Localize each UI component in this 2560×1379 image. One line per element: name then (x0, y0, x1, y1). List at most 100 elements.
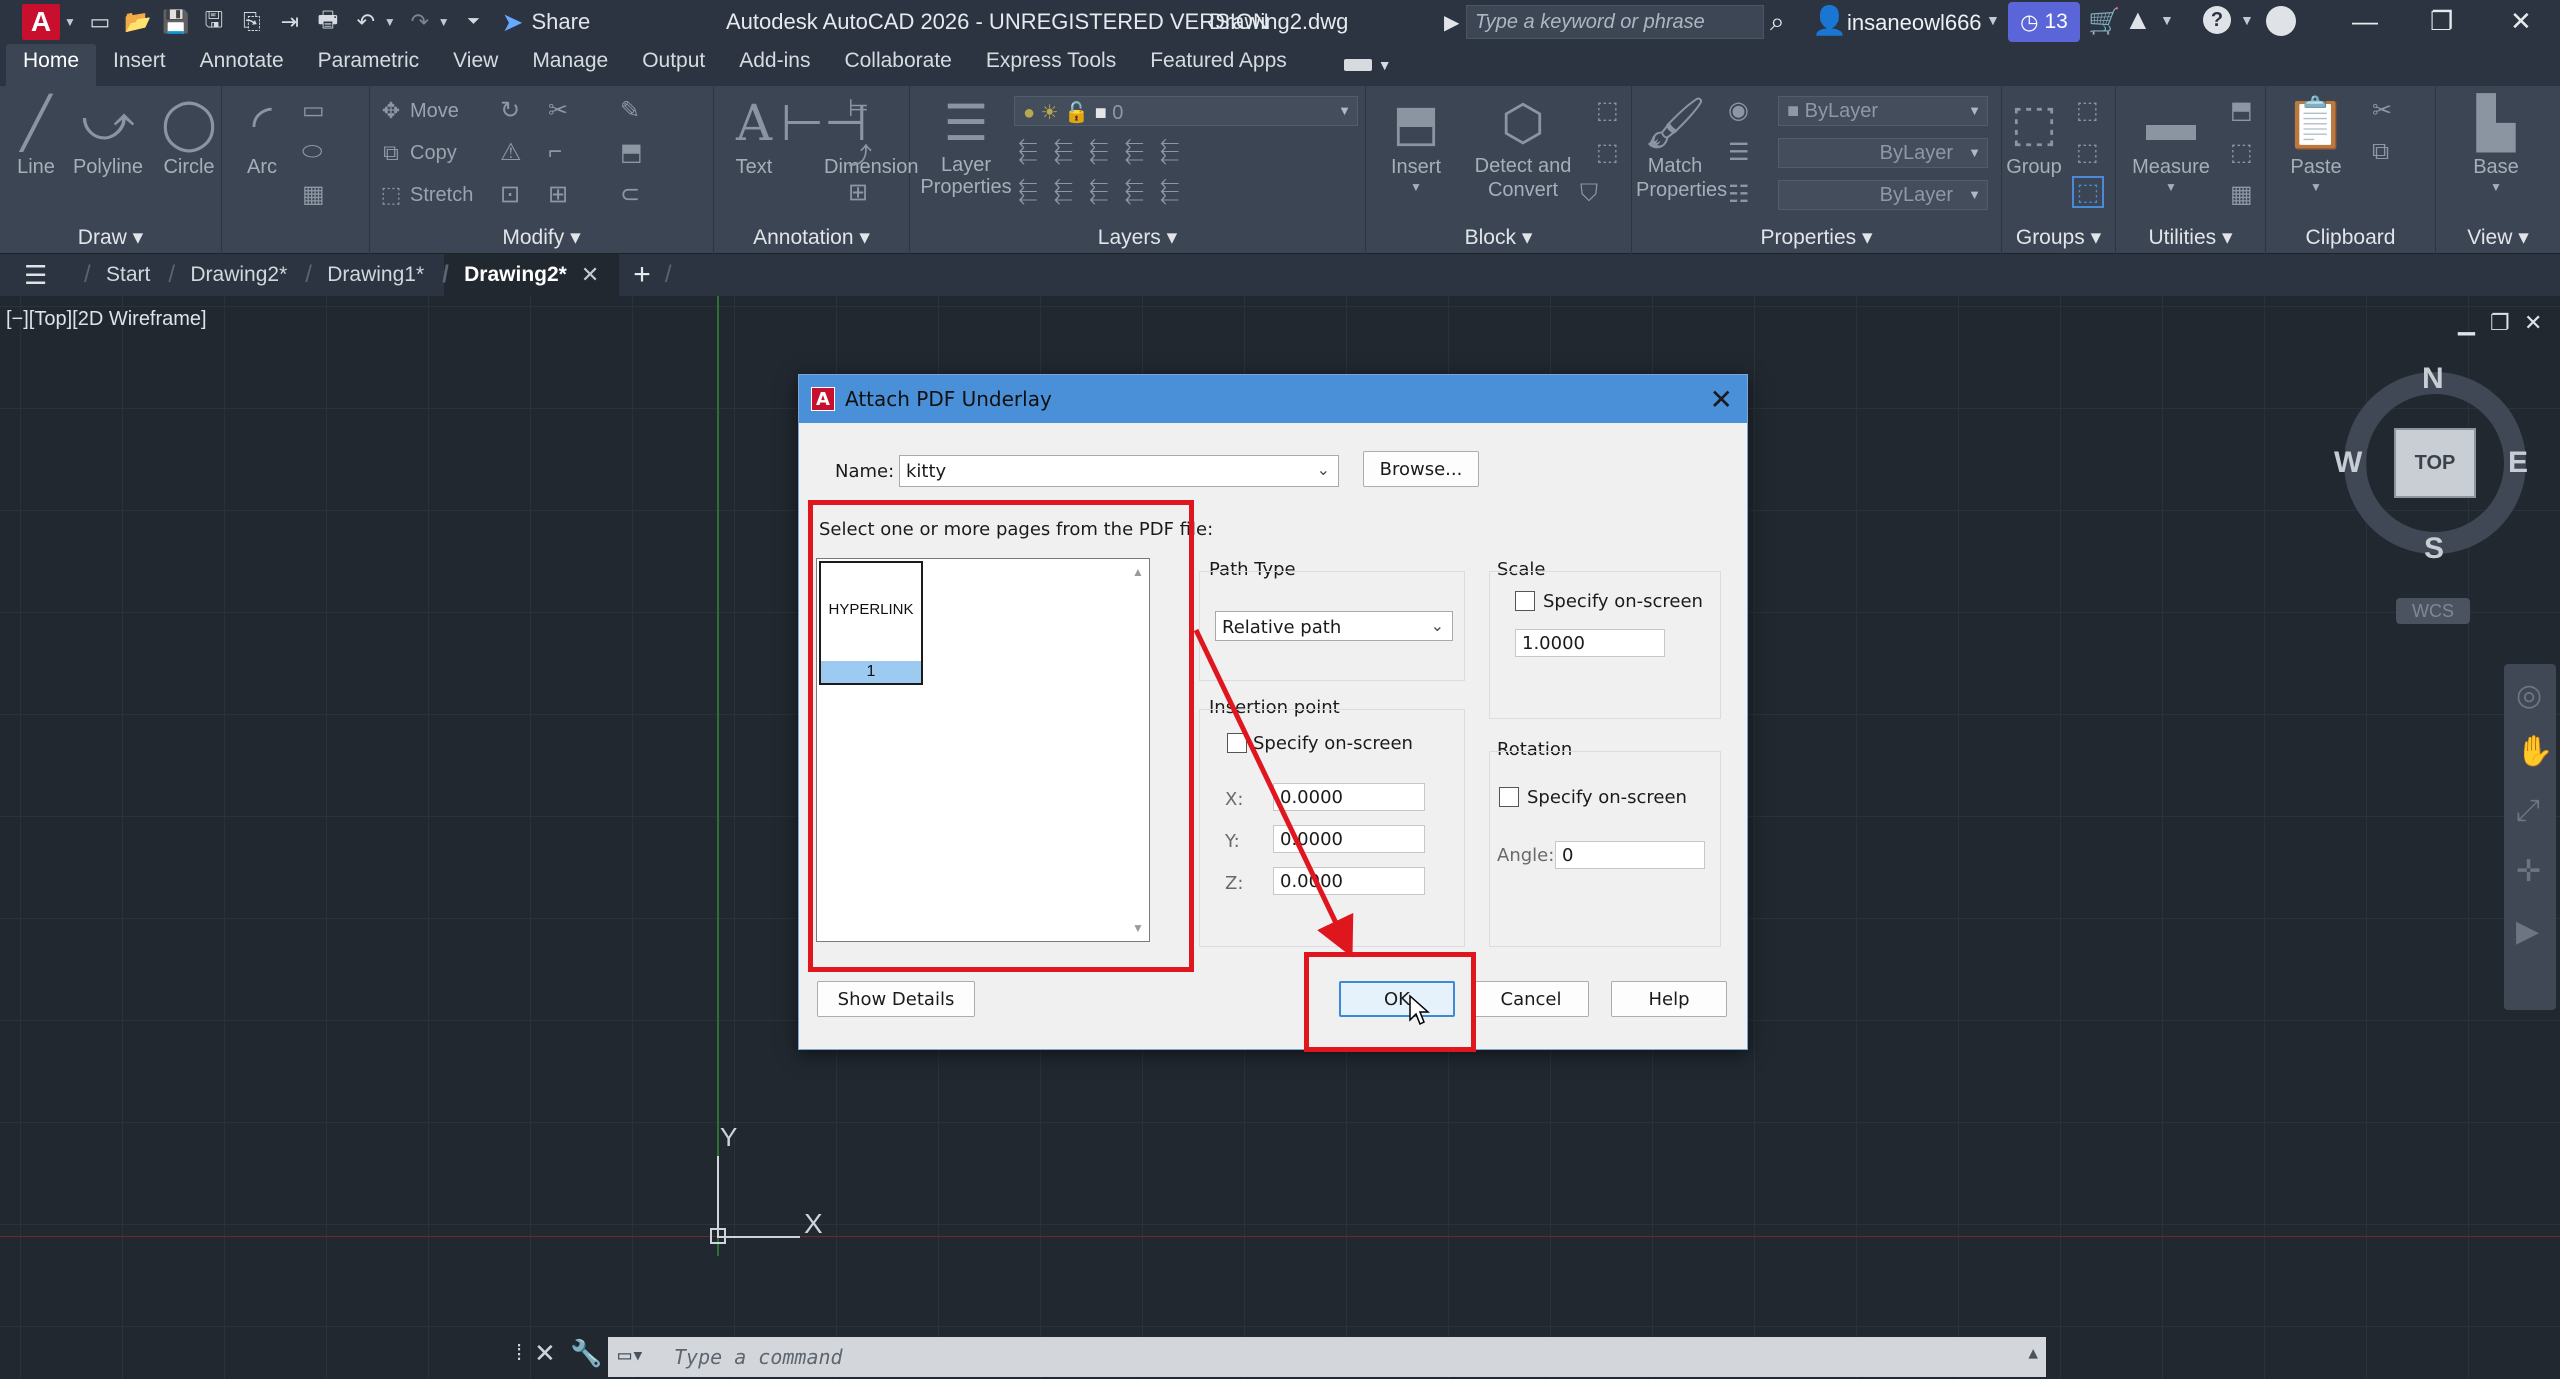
new-tab-plus-icon[interactable]: + (633, 258, 651, 292)
ellipse-icon[interactable]: ⬭ (302, 138, 323, 166)
explode-icon[interactable]: ⬒ (620, 138, 643, 167)
app-menu-caret-icon[interactable]: ▼ (64, 15, 76, 29)
insert-block-tool[interactable]: ⬒ Insert ▼ (1374, 92, 1458, 194)
viewport-minimize-icon[interactable]: ▁ (2458, 310, 2475, 336)
dimension-tool[interactable]: ⊢⊣ Dimension (744, 92, 918, 180)
search-icon[interactable]: ⌕ (1770, 6, 1785, 38)
annotation-panel-label[interactable]: Annotation ▾ (714, 222, 909, 254)
help-button[interactable]: Help (1611, 981, 1727, 1017)
color-wheel-icon[interactable]: ◉ (1728, 96, 1749, 125)
export-icon[interactable]: ⎘ (238, 8, 266, 36)
tab-drawing2-first[interactable]: Drawing2* (168, 254, 307, 296)
copy-clip-icon[interactable]: ⧉ (2372, 138, 2389, 166)
viewport-restore-icon[interactable]: ❐ (2490, 310, 2510, 336)
layer-tools-row2-icon[interactable]: ⬱⬱⬱⬱⬱ (1018, 178, 1195, 206)
command-prompt-icon[interactable]: ▭▾ (618, 1343, 645, 1368)
user-icon[interactable]: 👤 (1812, 4, 1847, 37)
dialog-close-icon[interactable]: ✕ (1710, 383, 1733, 416)
user-name[interactable]: insaneowl666 (1847, 10, 1982, 36)
ribbon-tab-collaborate[interactable]: Collaborate (827, 44, 968, 86)
tab-start[interactable]: Start (84, 254, 170, 296)
dialog-title-bar[interactable]: A Attach PDF Underlay ✕ (799, 375, 1747, 423)
measure-tool[interactable]: ▬ Measure ▼ (2122, 92, 2220, 194)
view-panel-label[interactable]: View ▾ (2436, 222, 2560, 254)
group-tool[interactable]: ⬚ Group (2002, 92, 2066, 180)
plot-icon[interactable]: 🖶 (314, 7, 342, 36)
orbit-icon[interactable]: ✛ (2516, 854, 2541, 889)
viewport-close-icon[interactable]: ✕ (2524, 310, 2542, 336)
groups-panel-label[interactable]: Groups ▾ (2002, 222, 2115, 254)
ribbon-tab-annotate[interactable]: Annotate (183, 44, 301, 86)
polyline-tool[interactable]: ⤻ Polyline (68, 92, 148, 180)
scale-specify-checkbox[interactable] (1515, 591, 1535, 611)
wcs-menu-button[interactable]: WCS (2396, 598, 2470, 624)
mirror-icon[interactable]: ⚠ (500, 138, 522, 167)
notifications-button[interactable]: ◷ 13 (2008, 2, 2080, 42)
ribbon-tab-insert[interactable]: Insert (96, 44, 183, 86)
linetype-dropdown[interactable]: ByLayer ▼ (1778, 138, 1988, 168)
ribbon-tab-add-ins[interactable]: Add-ins (722, 44, 827, 86)
autocad-logo-icon[interactable]: A (22, 4, 60, 40)
calculator-icon[interactable]: ▦ (2230, 180, 2253, 209)
help-icon[interactable]: ? (2203, 6, 2231, 34)
color-dropdown[interactable]: ■ ByLayer ▼ (1778, 96, 1988, 126)
search-expand-icon[interactable]: ▶ (1444, 10, 1459, 35)
ribbon-tab-express-tools[interactable]: Express Tools (969, 44, 1133, 86)
show-details-button[interactable]: Show Details (817, 981, 975, 1017)
ribbon-tab-output[interactable]: Output (625, 44, 722, 86)
offset-icon[interactable]: ⊂ (620, 180, 640, 209)
zoom-extents-icon[interactable]: ⤢ (2516, 794, 2540, 828)
scale-icon[interactable]: ⊡ (500, 180, 520, 209)
compass-west-label[interactable]: W (2334, 446, 2362, 480)
base-view-tool[interactable]: ▙ Base ▼ (2446, 92, 2546, 194)
leader-icon[interactable]: ⤴ (848, 136, 872, 171)
detect-convert-tool[interactable]: ⬡ Detect and Convert (1458, 92, 1588, 202)
match-properties-tool[interactable]: 🖌 Match Properties (1636, 92, 1727, 202)
group-edit-icon[interactable]: ⬚ (2076, 138, 2099, 167)
open-file-icon[interactable]: 📂 (124, 8, 152, 36)
cancel-button[interactable]: Cancel (1473, 981, 1589, 1017)
circle-tool[interactable]: ◯ Circle (154, 92, 224, 180)
ribbon-tab-view[interactable]: View (436, 44, 515, 86)
share-button[interactable]: ➤ Share (502, 7, 591, 38)
tab-drawing2-active[interactable]: Drawing2* ✕ (442, 254, 620, 296)
quick-select-icon[interactable]: ⬒ (2230, 96, 2253, 125)
ribbon-minimize-toggle-icon[interactable] (1343, 59, 1372, 71)
hatch-icon[interactable]: ▦ (302, 180, 325, 209)
utilities-panel-label[interactable]: Utilities ▾ (2116, 222, 2265, 254)
line-tool[interactable]: ╱ Line (10, 92, 62, 180)
ribbon-tab-parametric[interactable]: Parametric (301, 44, 437, 86)
showmotion-icon[interactable]: ▶ (2516, 914, 2539, 949)
z-input[interactable]: 0.0000 (1273, 867, 1425, 895)
move-tool[interactable]: ✥ Move (378, 98, 459, 124)
autodesk-app-icon[interactable]: ▲ (2124, 4, 2152, 36)
rectangle-icon[interactable]: ▭ (302, 96, 325, 125)
redo-caret-icon[interactable]: ▼ (438, 15, 450, 29)
layer-properties-tool[interactable]: ☰ Layer Properties (914, 92, 1018, 198)
trim-icon[interactable]: ✂ (548, 96, 568, 125)
command-history-up-icon[interactable]: ▲ (2028, 1343, 2038, 1362)
command-line-grip-icon[interactable]: ⁞ (516, 1340, 522, 1366)
cut-icon[interactable]: ✂ (2372, 96, 2392, 125)
name-combobox[interactable]: kitty ⌄ (899, 455, 1339, 487)
save-as-icon[interactable]: 🖫 (200, 7, 228, 36)
ungroup-icon[interactable]: ⬚ (2076, 96, 2099, 125)
new-file-icon[interactable]: ▭ (86, 8, 114, 36)
modify-panel-label[interactable]: Modify ▾ (370, 222, 713, 254)
erase-icon[interactable]: ✎ (620, 96, 640, 125)
stretch-tool[interactable]: ⬚ Stretch (378, 182, 474, 208)
clipboard-panel-label[interactable]: Clipboard (2266, 222, 2435, 254)
command-line-close-icon[interactable]: ✕ (534, 1338, 556, 1369)
close-tab-icon[interactable]: ✕ (581, 262, 599, 288)
compass-south-label[interactable]: S (2424, 532, 2444, 566)
cart-icon[interactable]: 🛒 (2088, 6, 2120, 37)
insertion-specify-checkbox[interactable] (1227, 733, 1247, 753)
rotation-specify-checkbox[interactable] (1499, 787, 1519, 807)
viewcube-top-face[interactable]: TOP (2394, 428, 2476, 498)
create-block-icon[interactable]: ⬚ (1596, 96, 1619, 125)
close-window-icon[interactable]: ✕ (2510, 6, 2532, 37)
steering-wheel-icon[interactable]: ◎ (2516, 678, 2542, 713)
ribbon-tab-home[interactable]: Home (6, 44, 97, 86)
save-icon[interactable]: 💾 (162, 8, 190, 36)
restore-icon[interactable]: ❐ (2430, 6, 2453, 37)
